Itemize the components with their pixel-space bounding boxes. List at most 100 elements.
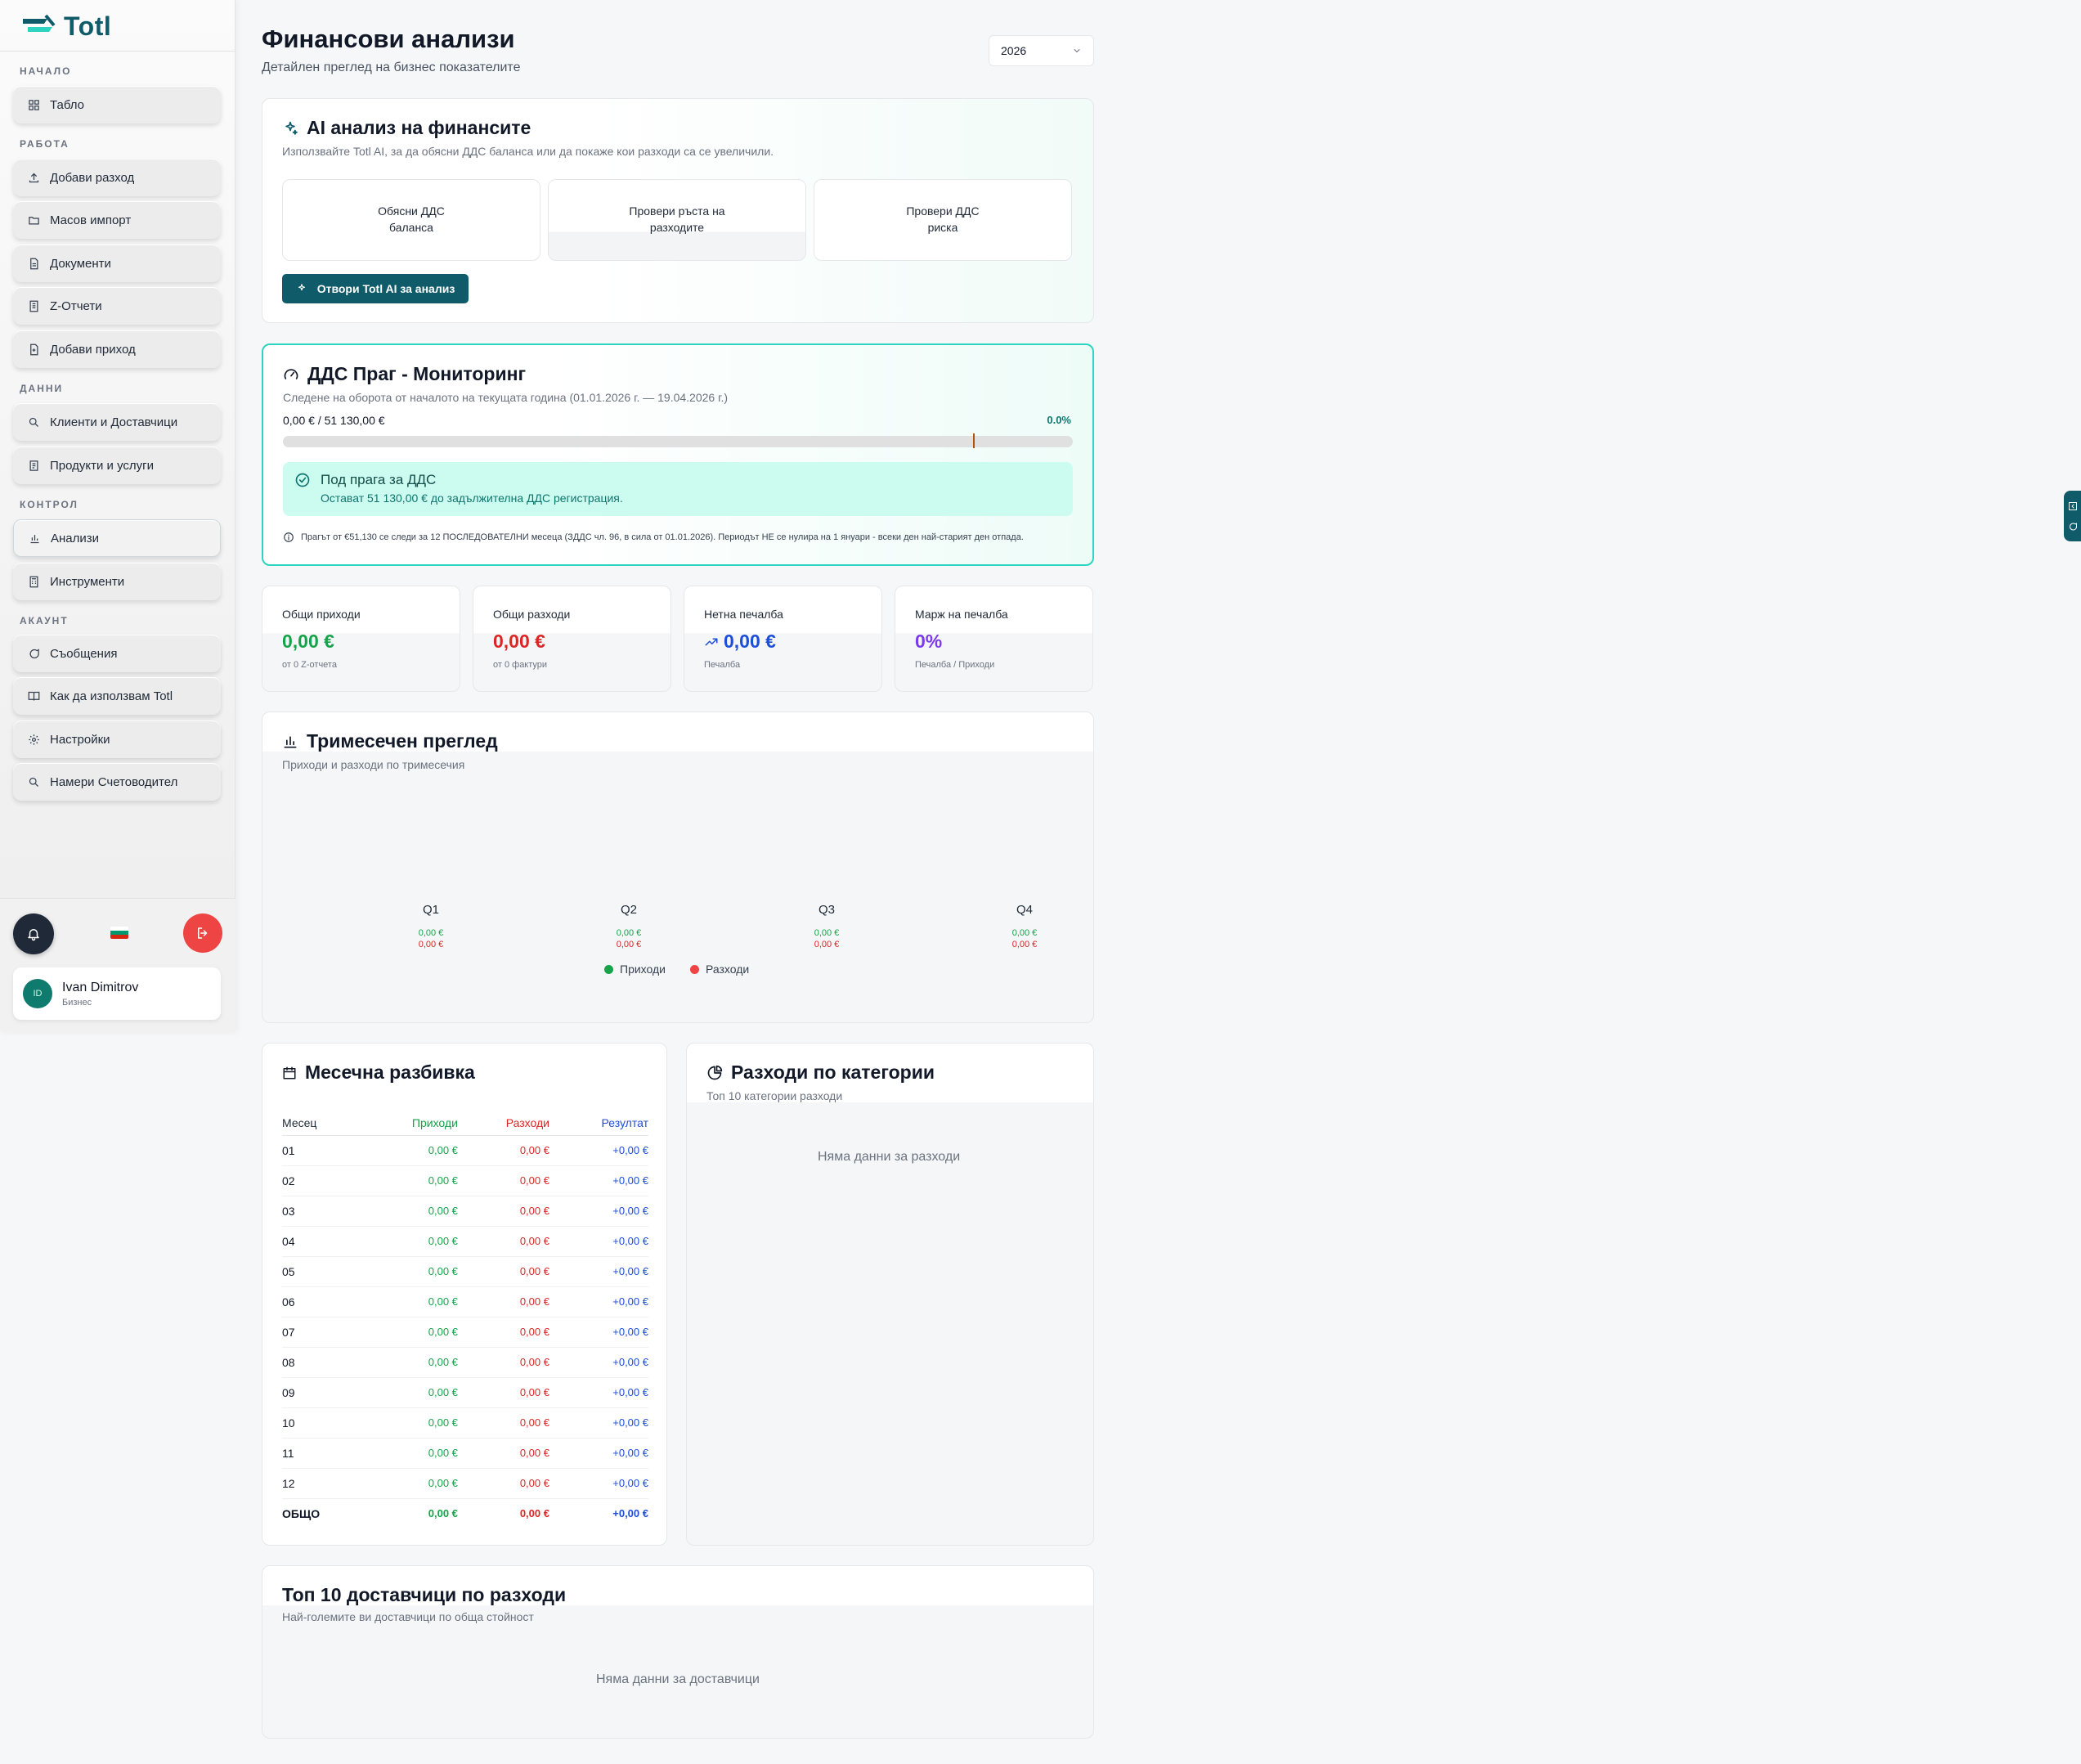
sidebar-footer: ID Ivan Dimitrov Бизнес (0, 898, 235, 1032)
notifications-button[interactable] (13, 913, 54, 954)
table-cell: 0,00 € (457, 1165, 549, 1196)
table-row: 01 0,00 €0,00 € +0,00 € (282, 1135, 648, 1166)
quarterly-subtitle: Приходи и разходи по тримесечия (282, 758, 465, 771)
logout-button[interactable] (183, 913, 222, 953)
vat-card-subtitle: Следене на оборота от началото на текуща… (283, 391, 729, 404)
table-cell: 0,00 € (361, 1377, 458, 1408)
explain-vat-balance-button[interactable]: Обясни ДДС баланса (282, 179, 540, 261)
legend-expense-label: Разходи (705, 963, 750, 976)
table-row: 03 0,00 €0,00 € +0,00 € (282, 1196, 648, 1227)
sidebar-item-settings[interactable]: Настройки (13, 720, 221, 758)
user-profile-card[interactable]: ID Ivan Dimitrov Бизнес (13, 967, 221, 1020)
suppliers-empty-message: Няма данни за доставчици (596, 1672, 760, 1686)
quarterly-title: Тримесечен преглед (282, 730, 498, 752)
sidebar-item-dashboard[interactable]: Табло (13, 86, 221, 123)
sidebar-item-analytics[interactable]: Анализи (13, 519, 221, 557)
table-cell: +0,00 € (549, 1196, 648, 1227)
sidebar-item-messages[interactable]: Съобщения (13, 635, 221, 672)
side-panel-tab[interactable] (2064, 491, 2081, 541)
bell-icon (28, 929, 39, 941)
suppliers-title: Топ 10 доставчици по разходи (282, 1584, 567, 1605)
stat-net-profit: Нетна печалба 0,00 € Печалба (684, 586, 882, 692)
stat-subtext: Печалба / Приходи (915, 660, 995, 670)
sidebar-item-label: Как да използвам Totl (50, 689, 173, 703)
section-label-account: АКАУНТ (20, 615, 69, 626)
sidebar-item-label: Добави приход (50, 342, 136, 357)
ai-card-title: AI анализ на финансите (282, 117, 531, 139)
table-cell: ОБЩО (282, 1506, 321, 1520)
sparkles-icon (298, 284, 305, 291)
sidebar-item-add-expense[interactable]: Добави разход (13, 159, 221, 196)
table-cell: 02 (282, 1165, 362, 1196)
check-circle-icon (295, 473, 310, 487)
year-select-value: 2026 (1001, 44, 1027, 57)
categories-subtitle: Топ 10 категории разходи (706, 1089, 843, 1102)
table-cell: 0,00 € (457, 1377, 549, 1408)
user-name: Ivan Dimitrov (62, 980, 139, 994)
table-row: 08 0,00 €0,00 € +0,00 € (282, 1347, 648, 1378)
ai-title-text: AI анализ на финансите (307, 117, 531, 138)
logo-divider (0, 51, 235, 52)
table-cell: 0,00 € (457, 1347, 549, 1378)
table-cell: 0,00 € (361, 1407, 458, 1439)
stat-value: 0,00 € (724, 631, 776, 652)
vat-title-text: ДДС Праг - Мониторинг (307, 363, 527, 384)
open-ai-button[interactable]: Отвори Totl AI за анализ (282, 274, 469, 303)
quarter-expense: 0,00 € (418, 940, 444, 949)
clipboard-icon (28, 460, 40, 472)
vat-percent: 0.0% (1047, 414, 1071, 426)
year-select[interactable]: 2026 (989, 35, 1094, 66)
table-cell: +0,00 € (549, 1135, 648, 1166)
folder-icon (28, 214, 40, 227)
quarter-label: Q1 (422, 903, 439, 917)
sidebar-item-how-to[interactable]: Как да използвам Totl (13, 677, 221, 715)
table-cell: 0,00 € (361, 1165, 458, 1196)
check-vat-risk-button[interactable]: Провери ДДС риска (814, 179, 1072, 261)
app-logo[interactable]: Totl (21, 11, 111, 41)
sidebar-item-label: Документи (50, 256, 111, 271)
table-cell: 0,00 € (457, 1407, 549, 1439)
receipt-icon (28, 300, 40, 312)
grid-icon (28, 99, 40, 111)
section-label-data: ДАННИ (20, 383, 64, 394)
sidebar-item-bulk-import[interactable]: Масов импорт (13, 201, 221, 239)
language-flag-icon[interactable] (110, 927, 128, 939)
sidebar-item-products[interactable]: Продукти и услуги (13, 447, 221, 484)
table-cell: 06 (282, 1286, 362, 1317)
column-header: Разходи (457, 1111, 549, 1136)
table-row: 07 0,00 €0,00 € +0,00 € (282, 1317, 648, 1348)
sidebar-item-label: Продукти и услуги (50, 458, 155, 473)
sidebar-item-z-reports[interactable]: Z-Отчети (13, 287, 221, 325)
check-expense-growth-button[interactable]: Провери ръста на разходите (548, 179, 806, 261)
monthly-title-text: Месечна разбивка (305, 1062, 475, 1083)
table-cell: 0,00 € (457, 1468, 549, 1499)
quarter-column: Q1 0,00 € 0,00 € (382, 903, 480, 949)
table-cell: 0,00 € (519, 1507, 549, 1520)
sidebar-item-add-income[interactable]: Добави приход (13, 330, 221, 368)
sidebar-item-tools[interactable]: Инструменти (13, 563, 221, 600)
table-cell: 0,00 € (457, 1256, 549, 1287)
bar-chart-icon (284, 735, 297, 747)
sparkles-icon (285, 121, 298, 135)
sidebar-item-documents[interactable]: Документи (13, 245, 221, 282)
sidebar-item-label: Масов импорт (50, 213, 132, 227)
vat-threshold-marker (973, 433, 975, 448)
quarterly-overview-card: Тримесечен преглед Приходи и разходи по … (262, 711, 1094, 1023)
chat-icon (2069, 523, 2077, 531)
chevron-down-icon (1074, 49, 1080, 52)
quarter-label: Q4 (1016, 903, 1033, 917)
page-title: Финансови анализи (262, 25, 515, 53)
sidebar-item-find-accountant[interactable]: Намери Счетоводител (13, 763, 221, 801)
table-row: 09 0,00 €0,00 € +0,00 € (282, 1377, 648, 1408)
suppliers-subtitle: Най-големите ви доставчици по обща стойн… (282, 1610, 534, 1623)
sidebar-item-clients-suppliers[interactable]: Клиенти и Доставчици (13, 403, 221, 441)
quarterly-title-text: Тримесечен преглед (307, 730, 498, 752)
monthly-title: Месечна разбивка (282, 1062, 475, 1084)
table-cell: 11 (282, 1438, 362, 1469)
table-cell: +0,00 € (612, 1507, 648, 1520)
sidebar-item-label: Z-Отчети (50, 298, 102, 313)
table-cell: 0,00 € (457, 1135, 549, 1166)
monthly-breakdown-card: Месечна разбивка Месец Приходи Разходи Р… (262, 1043, 667, 1546)
monthly-table: Месец Приходи Разходи Резултат 01 0,00 €0… (282, 1111, 648, 1528)
stat-subtext: от 0 Z-отчета (282, 660, 337, 670)
